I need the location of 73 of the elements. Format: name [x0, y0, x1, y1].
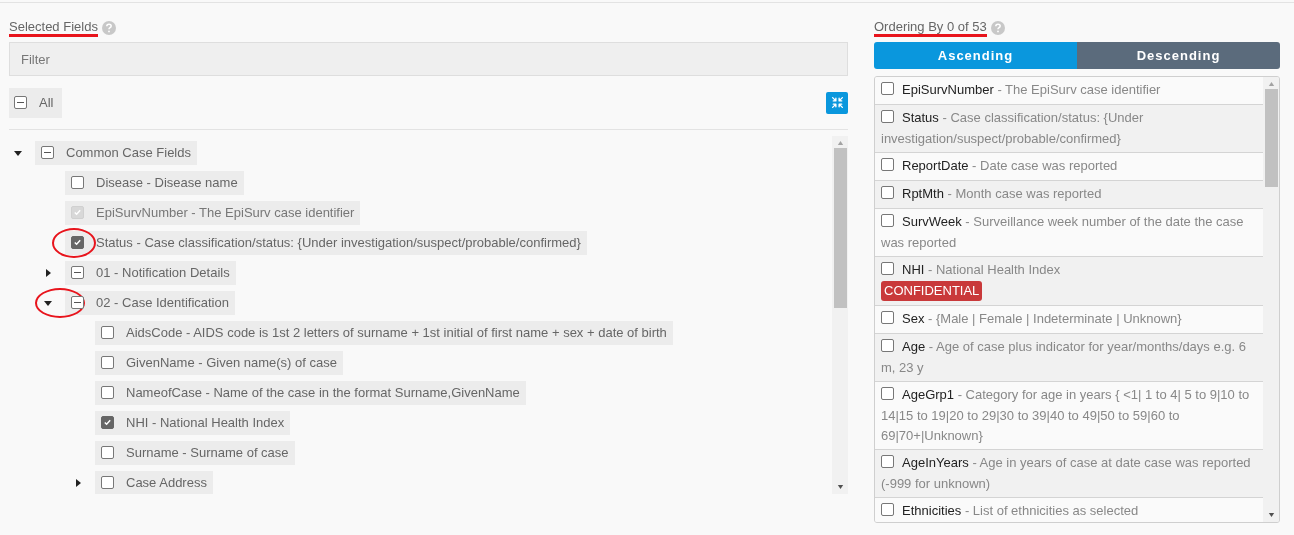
scrollbar[interactable]: [1263, 77, 1279, 522]
shrink-icon: [830, 96, 844, 110]
checkbox[interactable]: [71, 296, 84, 309]
tree-item[interactable]: Surname - Surname of case: [95, 440, 295, 465]
checkbox[interactable]: [101, 356, 114, 369]
checkbox[interactable]: [71, 266, 84, 279]
checkbox[interactable]: [881, 262, 894, 275]
tree-item[interactable]: Common Case Fields: [35, 140, 197, 165]
order-field-row[interactable]: RptMth - Month case was reported: [875, 181, 1263, 209]
tree-item[interactable]: AidsCode - AIDS code is 1st 2 letters of surname + 1st initial of first name + sex + date of birth: [95, 320, 673, 345]
checkbox[interactable]: [14, 96, 27, 110]
order-field-label: Sex - {Male | Female | Indeterminate | Unknown}: [881, 309, 1257, 330]
scrollbar-thumb[interactable]: [833, 147, 847, 308]
tree-item[interactable]: 01 - Notification Details: [65, 260, 236, 285]
all-toggle[interactable]: All: [9, 88, 63, 118]
checkbox[interactable]: [881, 214, 894, 227]
collapse-button[interactable]: [826, 91, 848, 114]
order-field-row[interactable]: EpiSurvNumber - The EpiSurv case identifier: [875, 77, 1263, 105]
checkbox[interactable]: [881, 311, 894, 324]
checkbox[interactable]: [101, 476, 114, 489]
tree-item[interactable]: NameofCase - Name of the case in the format Surname,GivenName: [95, 380, 526, 405]
tree-item[interactable]: 02 - Case Identification: [65, 290, 235, 315]
order-field-label: AgeGrp1 - Category for age in years { <1| 1 to 4| 5 to 9|10 to 14|15 to 19|20 to 29|30 to 39|40 to 49|50 to 59|60 to 69|70+|Unknown}: [881, 386, 1251, 445]
section-title: Selected Fields: [9, 19, 98, 37]
checkbox[interactable]: [881, 387, 894, 400]
scroll-down-icon[interactable]: [836, 484, 844, 489]
checkbox[interactable]: [881, 455, 894, 468]
order-field-label: Ethnicities - List of ethnicities as selected: [881, 501, 1257, 522]
order-field-row[interactable]: NHI - National Health Index CONFIDENTIAL: [875, 257, 1263, 306]
section-title: Ordering By 0 of 53: [874, 19, 987, 37]
checkbox[interactable]: [41, 146, 54, 159]
order-field-label: AgeInYears - Age in years of case at date case was reported (-999 for unknown): [881, 454, 1252, 493]
checkbox[interactable]: [881, 503, 894, 516]
tree-item[interactable]: Disease - Disease name: [65, 170, 244, 195]
scrollbar[interactable]: [832, 135, 848, 494]
order-field-label: EpiSurvNumber - The EpiSurv case identifier: [881, 80, 1257, 101]
checkbox[interactable]: [881, 82, 894, 95]
tree-item[interactable]: Case Address: [95, 470, 213, 494]
checkbox[interactable]: [881, 110, 894, 123]
caret-down-icon[interactable]: [14, 148, 22, 157]
caret-right-icon[interactable]: [74, 478, 82, 487]
order-field-row[interactable]: Status - Case classification/status: {Under investigation/suspect/probable/confirmed}: [875, 105, 1263, 153]
scrollbar-thumb[interactable]: [1264, 89, 1278, 187]
sort-direction-tab[interactable]: Descending: [1077, 42, 1280, 69]
order-field-label: ReportDate - Date case was reported: [881, 156, 1257, 177]
order-field-row[interactable]: AgeInYears - Age in years of case at date case was reported (-999 for unknown): [875, 450, 1263, 498]
tree-item[interactable]: Status - Case classification/status: {Under investigation/suspect/probable/confirmed}: [65, 230, 587, 255]
caret-down-icon[interactable]: [44, 298, 52, 307]
order-field-label: Age - Age of case plus indicator for year/months/days e.g. 6 m, 23 y: [881, 338, 1247, 377]
order-field-label: NHI - National Health Index: [881, 260, 1257, 281]
filter-field[interactable]: Filter: [9, 42, 848, 76]
tree-item[interactable]: GivenName - Given name(s) of case: [95, 350, 343, 375]
checkbox[interactable]: [881, 339, 894, 352]
tree-item[interactable]: NHI - National Health Index: [95, 410, 291, 435]
checkbox[interactable]: [881, 158, 894, 171]
order-field-label: RptMth - Month case was reported: [881, 184, 1257, 205]
checkmark-icon: [73, 208, 82, 217]
checkbox[interactable]: [101, 326, 114, 339]
checkmark-icon: [103, 418, 112, 427]
scroll-down-icon[interactable]: [1267, 513, 1275, 517]
checkbox[interactable]: [881, 186, 894, 199]
sort-direction-tab[interactable]: Ascending: [874, 42, 1077, 69]
caret-right-icon[interactable]: [44, 268, 52, 277]
checkbox[interactable]: [101, 386, 114, 399]
checkbox[interactable]: [71, 236, 84, 249]
order-field-label: SurvWeek - Surveillance week number of the date the case was reported: [881, 213, 1245, 252]
order-field-label: Status - Case classification/status: {Under investigation/suspect/probable/confirmed}: [881, 109, 1145, 148]
checkbox[interactable]: [101, 446, 114, 459]
checkmark-icon: [73, 238, 82, 247]
order-field-row[interactable]: Age - Age of case plus indicator for year/months/days e.g. 6 m, 23 y: [875, 334, 1263, 382]
checkbox[interactable]: [71, 176, 84, 189]
checkbox[interactable]: [101, 416, 114, 429]
confidential-badge: CONFIDENTIAL: [881, 281, 983, 301]
